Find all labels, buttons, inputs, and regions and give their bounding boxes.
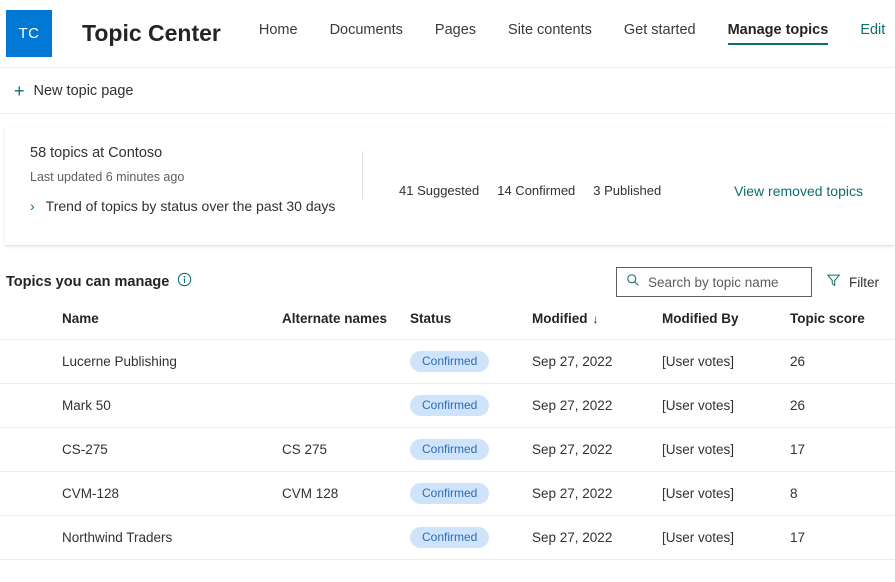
site-header: TC Topic Center Home Documents Pages Sit… xyxy=(0,0,895,68)
summary-card-left: 58 topics at Contoso Last updated 6 minu… xyxy=(5,145,362,214)
table-header-row: Name Alternate names Status Modified ↓ Mo… xyxy=(0,311,895,340)
cell-name[interactable]: CVM-128 xyxy=(0,471,282,516)
cell-status: Confirmed xyxy=(410,427,532,472)
table-row[interactable]: Lucerne Publishing Confirmed Sep 27, 202… xyxy=(0,339,895,384)
site-logo-text: TC xyxy=(18,25,40,42)
cell-topic-score: 17 xyxy=(790,515,895,560)
nav-item-manage-topics[interactable]: Manage topics xyxy=(727,22,828,45)
cell-modified: Sep 27, 2022 xyxy=(532,471,662,516)
nav-item-get-started[interactable]: Get started xyxy=(624,22,696,45)
topic-count-title: 58 topics at Contoso xyxy=(30,145,163,161)
new-topic-page-button[interactable]: + New topic page xyxy=(8,78,139,104)
topics-table-head: Name Alternate names Status Modified ↓ Mo… xyxy=(0,311,895,340)
status-badge: Confirmed xyxy=(410,483,490,504)
top-navigation: Home Documents Pages Site contents Get s… xyxy=(259,0,885,67)
topics-table: Name Alternate names Status Modified ↓ Mo… xyxy=(0,311,895,560)
column-header-alternate-names[interactable]: Alternate names xyxy=(282,311,410,340)
cell-alternate-names xyxy=(282,339,410,384)
status-stats: 41 Suggested 14 Confirmed 3 Published xyxy=(399,183,661,198)
cell-modified-by: [User votes] xyxy=(662,339,790,384)
cell-modified-by: [User votes] xyxy=(662,427,790,472)
chevron-right-icon: › xyxy=(30,198,35,214)
cell-alternate-names: CS 275 xyxy=(282,427,410,472)
column-header-modified-by[interactable]: Modified By xyxy=(662,311,790,340)
cell-modified-by: [User votes] xyxy=(662,383,790,428)
command-bar: + New topic page xyxy=(0,68,895,114)
table-row[interactable]: CVM-128 CVM 128 Confirmed Sep 27, 2022 [… xyxy=(0,471,895,516)
site-logo[interactable]: TC xyxy=(6,10,52,57)
filter-label: Filter xyxy=(849,274,879,290)
cell-status: Confirmed xyxy=(410,339,532,384)
cell-topic-score: 26 xyxy=(790,339,895,384)
status-badge: Confirmed xyxy=(410,395,490,416)
topics-section-header: Topics you can manage Search by topic na… xyxy=(0,245,895,297)
cell-modified: Sep 27, 2022 xyxy=(532,339,662,384)
cell-name[interactable]: Mark 50 xyxy=(0,383,282,428)
column-header-name[interactable]: Name xyxy=(0,311,282,340)
filter-button[interactable]: Filter xyxy=(826,273,879,291)
column-header-modified-label: Modified xyxy=(532,311,588,326)
table-row[interactable]: Mark 50 Confirmed Sep 27, 2022 [User vot… xyxy=(0,383,895,428)
cell-alternate-names xyxy=(282,515,410,560)
filter-icon xyxy=(826,273,841,291)
view-removed-topics-link[interactable]: View removed topics xyxy=(734,183,863,199)
status-badge: Confirmed xyxy=(410,527,490,548)
stat-suggested: 41 Suggested xyxy=(399,183,480,198)
new-topic-page-label: New topic page xyxy=(33,82,134,99)
last-updated-text: Last updated 6 minutes ago xyxy=(30,170,185,184)
stat-published: 3 Published xyxy=(593,183,662,198)
summary-card-wrapper: 58 topics at Contoso Last updated 6 minu… xyxy=(0,114,895,245)
cell-topic-score: 17 xyxy=(790,427,895,472)
cell-modified-by: [User votes] xyxy=(662,515,790,560)
nav-item-edit[interactable]: Edit xyxy=(860,22,885,45)
cell-modified: Sep 27, 2022 xyxy=(532,515,662,560)
plus-icon: + xyxy=(14,80,25,101)
page-title: Topic Center xyxy=(82,20,221,46)
sort-descending-icon: ↓ xyxy=(592,312,599,326)
cell-modified: Sep 27, 2022 xyxy=(532,427,662,472)
cell-name[interactable]: CS-275 xyxy=(0,427,282,472)
card-vertical-divider xyxy=(362,151,363,199)
cell-modified: Sep 27, 2022 xyxy=(532,383,662,428)
info-icon[interactable] xyxy=(177,272,192,292)
table-row[interactable]: CS-275 CS 275 Confirmed Sep 27, 2022 [Us… xyxy=(0,427,895,472)
cell-alternate-names xyxy=(282,383,410,428)
topics-summary-card: 58 topics at Contoso Last updated 6 minu… xyxy=(5,127,895,245)
search-input[interactable] xyxy=(648,274,802,290)
nav-item-site-contents[interactable]: Site contents xyxy=(508,22,592,45)
section-tools: Filter xyxy=(616,267,879,297)
topics-table-body: Lucerne Publishing Confirmed Sep 27, 202… xyxy=(0,339,895,560)
cell-modified-by: [User votes] xyxy=(662,471,790,516)
nav-item-pages[interactable]: Pages xyxy=(435,22,476,45)
stat-confirmed: 14 Confirmed xyxy=(497,183,576,198)
column-header-topic-score[interactable]: Topic score xyxy=(790,311,895,340)
search-icon xyxy=(626,273,640,292)
table-row[interactable]: Northwind Traders Confirmed Sep 27, 2022… xyxy=(0,515,895,560)
cell-status: Confirmed xyxy=(410,471,532,516)
status-badge: Confirmed xyxy=(410,351,490,372)
cell-status: Confirmed xyxy=(410,515,532,560)
cell-topic-score: 8 xyxy=(790,471,895,516)
nav-item-documents[interactable]: Documents xyxy=(330,22,403,45)
search-box[interactable] xyxy=(616,267,812,297)
column-header-modified[interactable]: Modified ↓ xyxy=(532,311,662,340)
trend-expander[interactable]: › Trend of topics by status over the pas… xyxy=(30,198,362,214)
cell-topic-score: 26 xyxy=(790,383,895,428)
cell-name[interactable]: Lucerne Publishing xyxy=(0,339,282,384)
cell-status: Confirmed xyxy=(410,383,532,428)
cell-name[interactable]: Northwind Traders xyxy=(0,515,282,560)
trend-label: Trend of topics by status over the past … xyxy=(45,198,336,214)
cell-alternate-names: CVM 128 xyxy=(282,471,410,516)
status-badge: Confirmed xyxy=(410,439,490,460)
column-header-status[interactable]: Status xyxy=(410,311,532,340)
section-title-wrap: Topics you can manage xyxy=(6,272,192,292)
section-title: Topics you can manage xyxy=(6,274,170,290)
nav-item-home[interactable]: Home xyxy=(259,22,298,45)
